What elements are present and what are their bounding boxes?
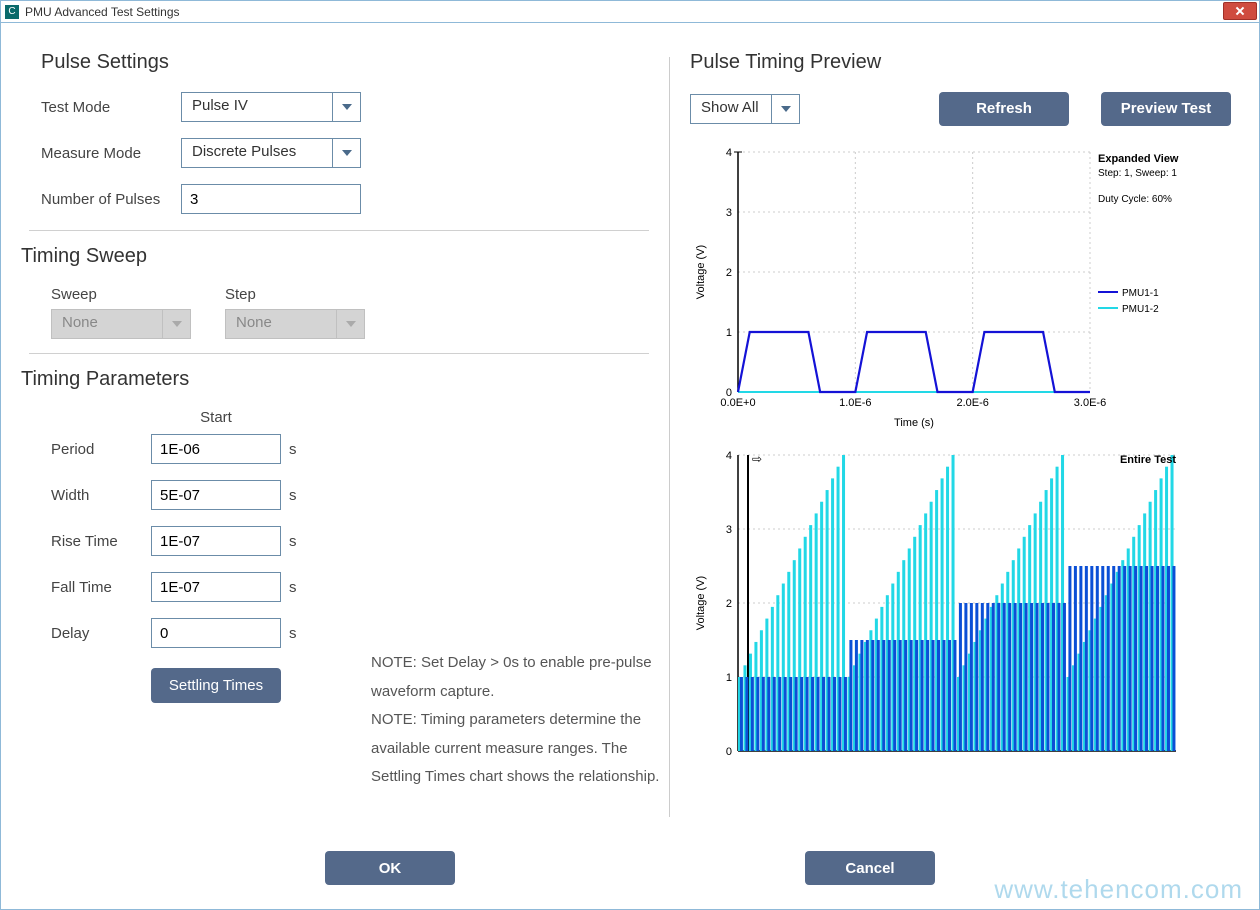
svg-text:3.0E-6: 3.0E-6 [1074,397,1106,409]
chevron-down-icon [771,95,799,123]
step-dropdown: None [225,309,365,339]
delay-input[interactable] [151,618,281,648]
test-mode-dropdown[interactable]: Pulse IV [181,92,361,122]
width-unit: s [281,487,305,504]
svg-text:1.0E-6: 1.0E-6 [839,397,871,409]
entire-test-chart: 0 1 2 3 4 ⇨ Voltage (V) Entire Test [690,445,1231,768]
delay-label: Delay [51,625,151,642]
close-button[interactable] [1223,2,1257,20]
svg-text:Voltage (V): Voltage (V) [695,576,707,630]
fall-unit: s [281,579,305,596]
svg-text:PMU1-1: PMU1-1 [1122,288,1159,299]
test-mode-value: Pulse IV [182,93,332,121]
sweep-value: None [52,310,162,338]
fall-label: Fall Time [51,579,151,596]
chevron-down-icon [332,93,360,121]
cancel-button[interactable]: Cancel [805,851,935,885]
svg-text:Voltage (V): Voltage (V) [695,245,707,299]
timing-notes: NOTE: Set Delay > 0s to enable pre-pulse… [371,649,681,792]
sweep-dropdown: None [51,309,191,339]
svg-text:1: 1 [726,672,732,684]
ok-button[interactable]: OK [325,851,455,885]
width-label: Width [51,487,151,504]
start-header: Start [151,409,281,426]
pulse-settings-heading: Pulse Settings [41,51,649,74]
preview-test-button[interactable]: Preview Test [1101,92,1231,126]
svg-text:3: 3 [726,207,732,219]
show-dropdown[interactable]: Show All [690,94,800,124]
period-input[interactable] [151,434,281,464]
svg-text:PMU1-2: PMU1-2 [1122,304,1159,315]
measure-mode-label: Measure Mode [41,145,181,162]
svg-text:2: 2 [726,267,732,279]
refresh-button[interactable]: Refresh [939,92,1069,126]
svg-text:3: 3 [726,524,732,536]
svg-text:2.0E-6: 2.0E-6 [956,397,988,409]
rise-unit: s [281,533,305,550]
rise-label: Rise Time [51,533,151,550]
watermark: www.tehencom.com [994,874,1243,905]
note-2: NOTE: Timing parameters determine the av… [371,706,681,792]
svg-text:2: 2 [726,598,732,610]
svg-text:1: 1 [726,327,732,339]
expanded-view-chart: 012340.0E+01.0E-62.0E-63.0E-6Time (s)Vol… [690,142,1231,435]
width-input[interactable] [151,480,281,510]
measure-mode-dropdown[interactable]: Discrete Pulses [181,138,361,168]
test-mode-label: Test Mode [41,99,181,116]
preview-heading: Pulse Timing Preview [690,51,1231,74]
svg-text:4: 4 [726,450,732,462]
fall-input[interactable] [151,572,281,602]
svg-text:0: 0 [726,746,732,758]
svg-text:Time (s): Time (s) [894,417,934,429]
settling-times-button[interactable]: Settling Times [151,668,281,703]
rise-input[interactable] [151,526,281,556]
chevron-down-icon [162,310,190,338]
note-1: NOTE: Set Delay > 0s to enable pre-pulse… [371,649,681,706]
show-value: Show All [691,95,771,123]
measure-mode-value: Discrete Pulses [182,139,332,167]
svg-text:Step: 1, Sweep: 1: Step: 1, Sweep: 1 [1098,168,1177,179]
period-label: Period [51,441,151,458]
svg-text:Expanded View: Expanded View [1098,153,1179,165]
svg-text:Duty Cycle: 60%: Duty Cycle: 60% [1098,194,1172,205]
num-pulses-input[interactable] [181,184,361,214]
svg-text:Entire Test: Entire Test [1120,454,1176,466]
app-icon: C [5,5,19,19]
period-unit: s [281,441,305,458]
window-title: PMU Advanced Test Settings [25,5,180,19]
sweep-label: Sweep [51,286,191,303]
timing-params-heading: Timing Parameters [21,368,649,391]
titlebar: C PMU Advanced Test Settings [1,1,1259,23]
timing-sweep-heading: Timing Sweep [21,245,649,268]
step-label: Step [225,286,365,303]
svg-text:4: 4 [726,147,732,159]
chevron-down-icon [332,139,360,167]
step-value: None [226,310,336,338]
delay-unit: s [281,625,305,642]
svg-text:⇨: ⇨ [752,452,762,466]
svg-text:0.0E+0: 0.0E+0 [720,397,755,409]
chevron-down-icon [336,310,364,338]
num-pulses-label: Number of Pulses [41,191,181,208]
